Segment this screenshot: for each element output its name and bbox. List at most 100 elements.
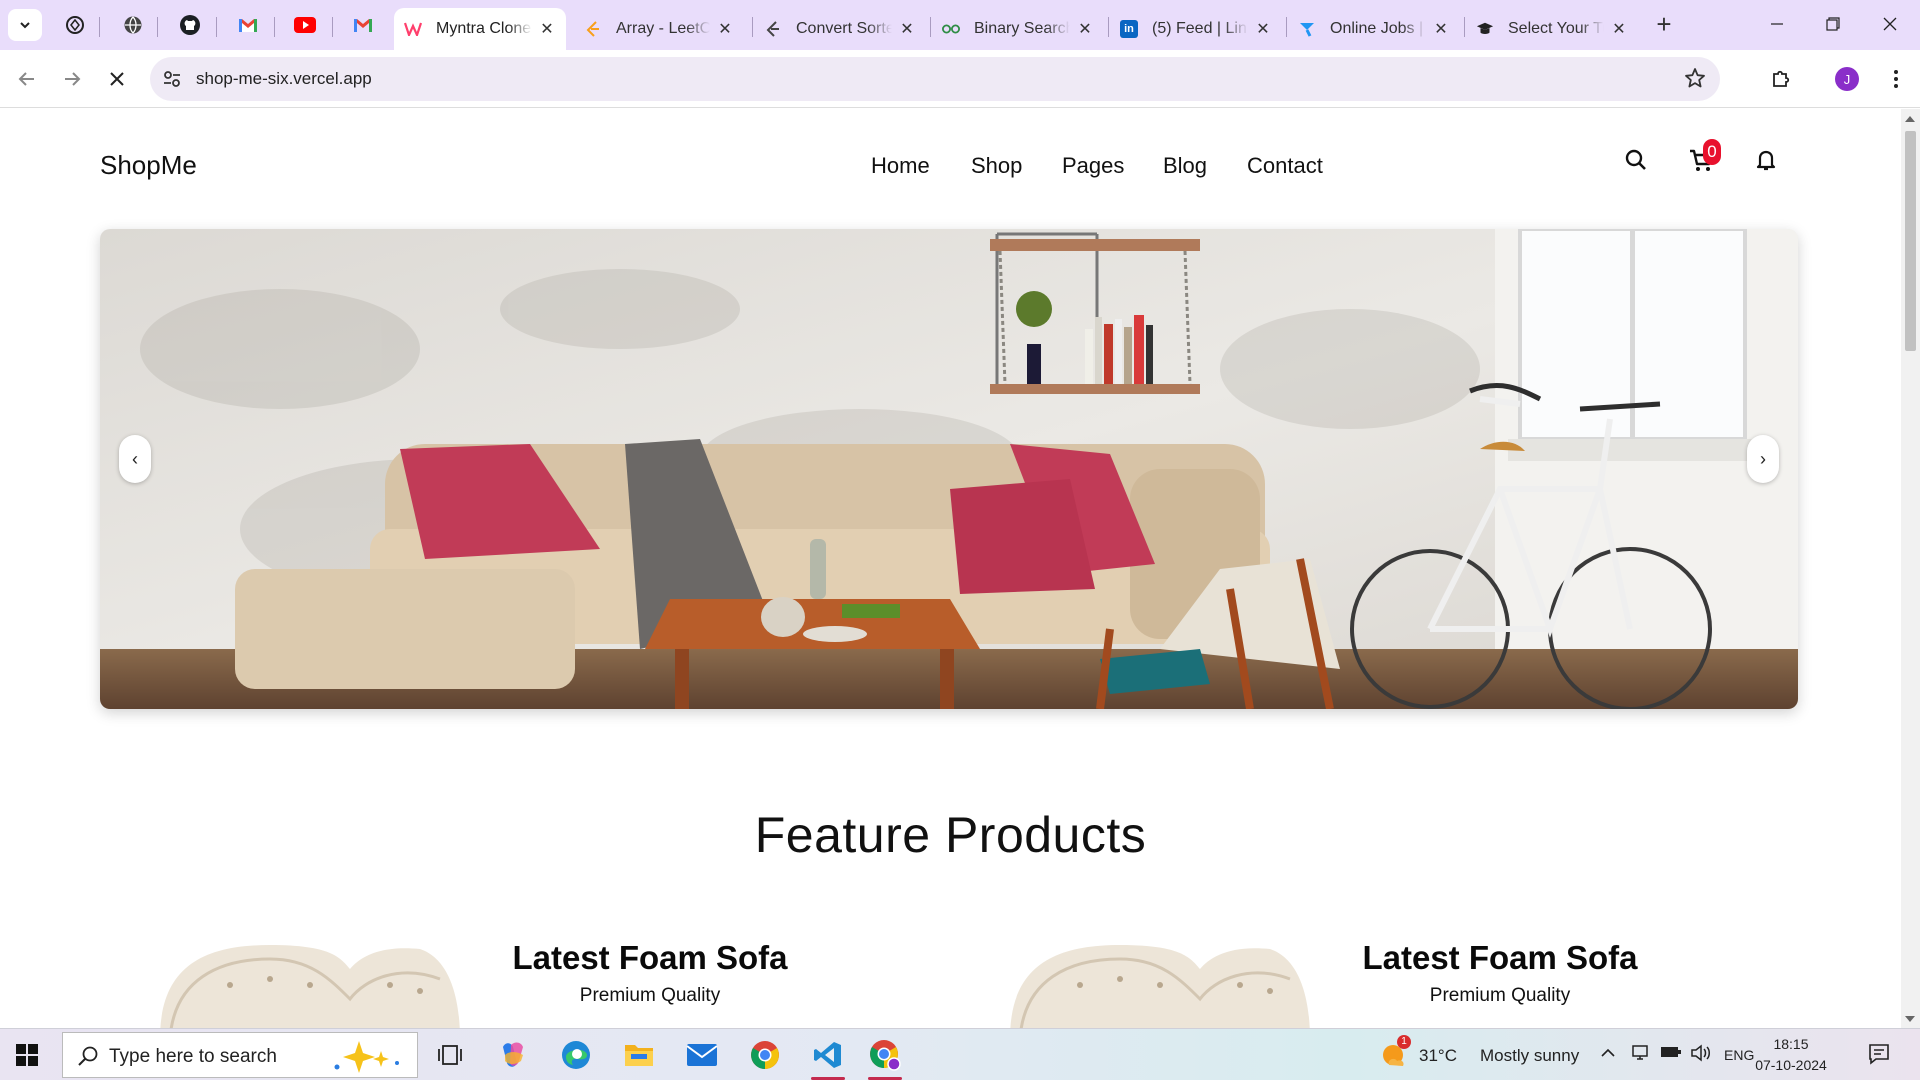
taskbar-chrome[interactable] (745, 1035, 785, 1075)
nav-pages[interactable]: Pages (1062, 153, 1124, 179)
product-name: Latest Foam Sofa (1362, 939, 1638, 976)
product-card[interactable]: Latest Foam Sofa Premium Quality (160, 939, 980, 1028)
copilot-icon (503, 1042, 523, 1067)
tab-title: Online Jobs | (1330, 20, 1424, 37)
back-button[interactable] (11, 63, 43, 95)
graduation-cap-icon (1476, 20, 1494, 38)
start-button[interactable] (16, 1044, 38, 1071)
pinned-tab-github[interactable] (170, 9, 210, 41)
close-icon[interactable]: ✕ (1432, 19, 1450, 39)
browser-toolbar: shop-me-six.vercel.app (0, 50, 1920, 108)
chrome-icon (870, 1040, 901, 1071)
tab-select-your-tutor[interactable]: Select Your Tu ✕ (1466, 8, 1638, 50)
meet-now-button[interactable] (1631, 1044, 1649, 1067)
openai-icon (66, 16, 84, 34)
pinned-tab-chatgpt[interactable] (55, 9, 95, 41)
scrollbar-thumb[interactable] (1905, 131, 1916, 351)
close-icon (1883, 17, 1897, 31)
page-scrollbar[interactable] (1901, 109, 1920, 1028)
minimize-button[interactable] (1757, 8, 1797, 40)
weather-badge: 1 (1397, 1035, 1411, 1049)
taskbar-search-box[interactable]: Type here to search (62, 1032, 418, 1078)
taskbar-vscode[interactable] (808, 1035, 848, 1080)
close-icon[interactable]: ✕ (1254, 19, 1272, 39)
weather-text[interactable]: Mostly sunny (1480, 1046, 1579, 1066)
nav-home[interactable]: Home (871, 153, 930, 179)
hero-prev-button[interactable]: ‹ (119, 435, 151, 483)
windows-taskbar: Type here to search 1 31°C Mostly sunny (0, 1028, 1920, 1080)
scroll-down-arrow-icon[interactable] (1905, 1016, 1915, 1022)
profile-avatar[interactable]: J (1835, 67, 1859, 91)
close-icon (110, 72, 124, 86)
taskbar-mail[interactable] (682, 1035, 722, 1075)
close-icon[interactable]: ✕ (1076, 19, 1094, 39)
taskbar-file-explorer[interactable] (619, 1035, 659, 1075)
jobs-site-icon (1298, 20, 1316, 38)
weather-temp[interactable]: 31°C (1419, 1046, 1457, 1066)
tab-linkedin-feed[interactable]: in (5) Feed | LinkedIn ✕ (1110, 8, 1282, 50)
close-icon[interactable]: ✕ (716, 19, 734, 39)
new-tab-button[interactable]: + (1650, 11, 1678, 39)
restore-button[interactable] (1813, 8, 1853, 40)
arrow-right-icon (65, 72, 81, 86)
product-card[interactable]: Latest Foam Sofa Premium Quality (1010, 939, 1830, 1028)
myntra-icon (404, 20, 422, 38)
tab-title: Myntra Clone (436, 20, 532, 37)
volume-button[interactable] (1690, 1043, 1712, 1068)
pinned-tab-gmail-2[interactable] (343, 9, 383, 41)
search-button[interactable] (1621, 145, 1651, 175)
living-room-illustration (100, 229, 1798, 709)
show-hidden-icons-button[interactable] (1600, 1045, 1616, 1066)
task-view-button[interactable] (430, 1035, 470, 1075)
tab-convert-sorted[interactable]: Convert Sorted ✕ (754, 8, 926, 50)
close-icon[interactable]: ✕ (1610, 19, 1628, 39)
stop-loading-button[interactable] (101, 63, 133, 95)
pinned-tab-globe[interactable] (113, 9, 153, 41)
extensions-button[interactable] (1765, 63, 1797, 95)
site-logo[interactable]: ShopMe (100, 150, 197, 181)
product-name: Latest Foam Sofa (512, 939, 788, 976)
kebab-menu-icon (1894, 70, 1898, 88)
hero-banner (100, 229, 1798, 709)
battery-button[interactable] (1660, 1045, 1682, 1064)
tab-title: Convert Sorted (796, 20, 892, 37)
page-viewport: ShopMe Home Shop Pages Blog Contact 0 ‹ … (0, 109, 1901, 1028)
browser-menu-button[interactable] (1880, 63, 1912, 95)
scroll-up-arrow-icon[interactable] (1905, 116, 1915, 122)
address-bar[interactable]: shop-me-six.vercel.app (150, 57, 1720, 101)
taskbar-chrome-profile[interactable] (865, 1035, 905, 1080)
tab-binary-search[interactable]: Binary Search ✕ (932, 8, 1104, 50)
taskbar-search-placeholder: Type here to search (109, 1046, 277, 1067)
close-icon[interactable]: ✕ (898, 19, 916, 39)
gmail-icon (239, 19, 257, 32)
notifications-button[interactable] (1751, 145, 1781, 175)
chevron-up-icon (1601, 1048, 1615, 1057)
tab-leetcode-array[interactable]: Array - LeetCode ✕ (574, 8, 744, 50)
hero-next-button[interactable]: › (1747, 435, 1779, 483)
notification-center-button[interactable] (1868, 1043, 1890, 1070)
close-icon[interactable]: ✕ (538, 19, 556, 39)
taskbar-copilot[interactable] (493, 1035, 533, 1075)
tab-search-button[interactable] (8, 9, 42, 41)
bookmark-star-icon[interactable] (1684, 67, 1706, 89)
clock-time: 18:15 (1773, 1036, 1809, 1052)
globe-icon (124, 16, 142, 34)
tab-online-jobs[interactable]: Online Jobs | ✕ (1288, 8, 1460, 50)
browser-tab-strip: Myntra Clone ✕ Array - LeetCode ✕ Conver… (0, 0, 1920, 50)
leetcode-icon (764, 20, 782, 38)
search-icon (1625, 149, 1646, 170)
nav-blog[interactable]: Blog (1163, 153, 1207, 179)
taskbar-edge[interactable] (556, 1035, 596, 1075)
pinned-tab-gmail-1[interactable] (228, 9, 268, 41)
taskbar-clock[interactable]: 18:15 07-10-2024 (1746, 1034, 1836, 1076)
url-text[interactable]: shop-me-six.vercel.app (196, 69, 372, 89)
weather-widget-icon[interactable]: 1 (1381, 1035, 1411, 1069)
pinned-tab-youtube[interactable] (285, 9, 325, 41)
edge-icon (562, 1041, 590, 1069)
nav-contact[interactable]: Contact (1247, 153, 1323, 179)
close-window-button[interactable] (1870, 8, 1910, 40)
site-info-icon[interactable] (162, 69, 182, 89)
forward-button[interactable] (56, 63, 88, 95)
tab-myntra-clone[interactable]: Myntra Clone ✕ (394, 8, 566, 50)
nav-shop[interactable]: Shop (971, 153, 1022, 179)
